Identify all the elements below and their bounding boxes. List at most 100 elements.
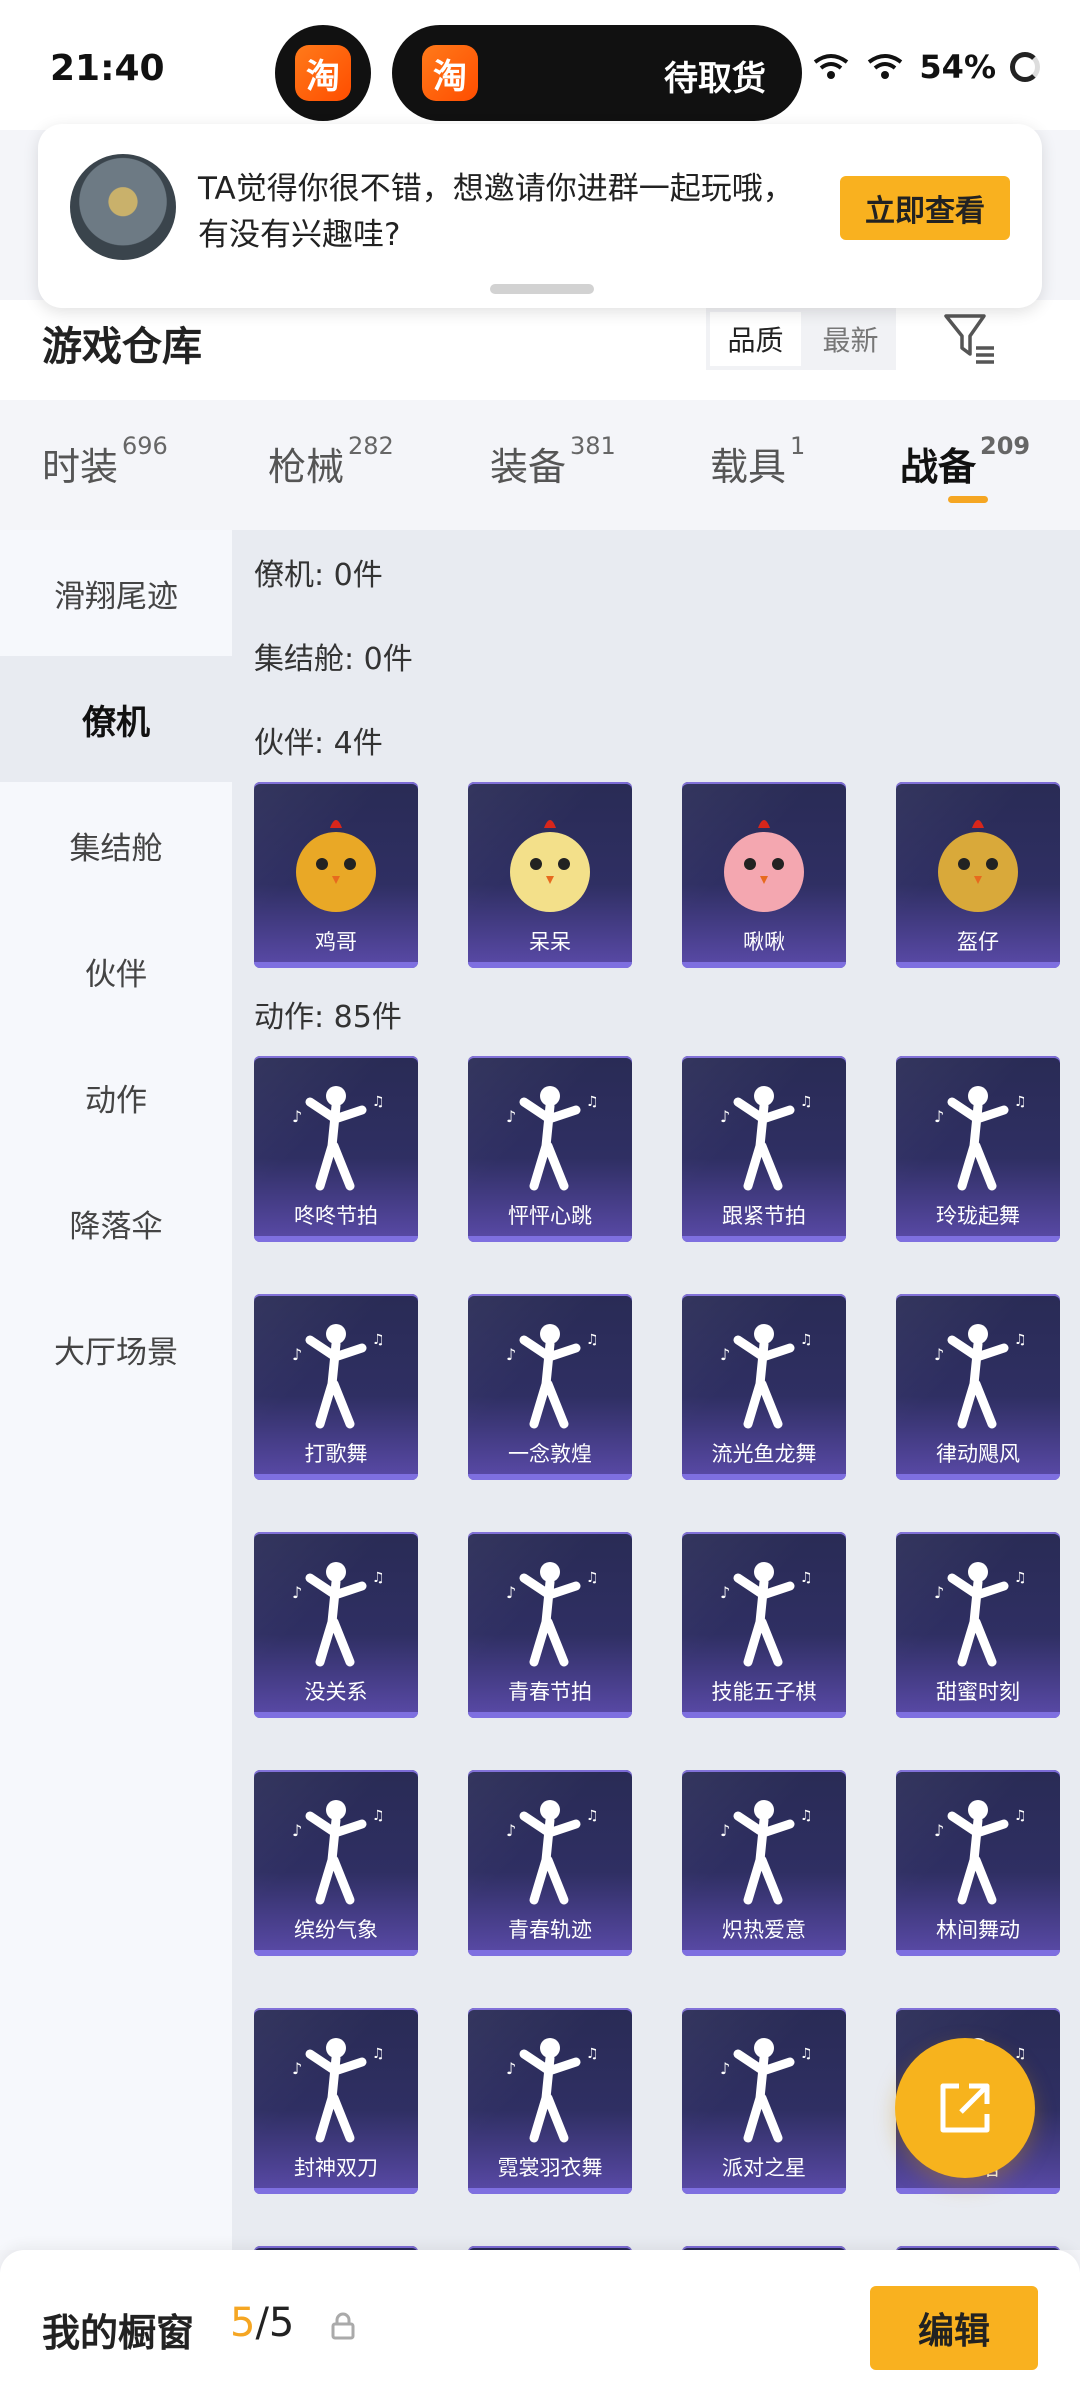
item-name: 咚咚节拍 xyxy=(294,1204,378,1228)
sidebar-item-emote[interactable]: 动作 xyxy=(0,1034,232,1160)
category-tabs: 时装 696 枪械 282 装备 381 载具 1 战备 209 xyxy=(0,400,1080,530)
svg-text:♪: ♪ xyxy=(720,1583,730,1602)
emote-card[interactable]: ♪ ♫ 霓裳羽衣舞 xyxy=(468,2008,632,2194)
svg-text:♪: ♪ xyxy=(292,1583,302,1602)
tab-vehicles[interactable]: 载具 1 xyxy=(710,432,805,491)
sort-quality[interactable]: 品质 xyxy=(710,312,801,366)
emote-dancer-icon: ♪♫ xyxy=(506,1324,599,1429)
emote-card[interactable]: ♪ ♫ 林间舞动 xyxy=(896,1770,1060,1956)
emote-card[interactable]: ♪ ♫ 青春节拍 xyxy=(468,1532,632,1718)
card-border xyxy=(896,1474,1060,1480)
emote-card[interactable]: ♪ ♫ 炽热爱意 xyxy=(682,1770,846,1956)
taobao-badge[interactable]: 淘 xyxy=(275,25,371,121)
tab-label: 战备 xyxy=(900,445,977,489)
card-border xyxy=(682,962,846,968)
item-name: 盔仔 xyxy=(957,930,999,954)
sort-toggle: 品质 最新 xyxy=(706,308,896,370)
sidebar: 滑翔尾迹 僚机 集结舱 伙伴 动作 降落伞 大厅场景 xyxy=(0,530,232,2250)
emote-card[interactable]: ♪ ♫ 玲珑起舞 xyxy=(896,1056,1060,1242)
item-name: 打歌舞 xyxy=(304,1442,368,1466)
active-tab-indicator xyxy=(948,496,988,503)
svg-text:♫: ♫ xyxy=(372,1570,385,1586)
emote-card[interactable]: ♪ ♫ 技能五子棋 xyxy=(682,1532,846,1718)
emote-card[interactable]: ♪ ♫ 缤纷气象 xyxy=(254,1770,418,1956)
svg-text:♪: ♪ xyxy=(720,1345,730,1364)
item-list[interactable]: 僚机: 0件 集结舱: 0件 伙伴: 4件 动作: 85件 鸡哥 呆呆 啾啾 盔仔 ♪ ♫… xyxy=(232,530,1080,2250)
sidebar-item-parachute[interactable]: 降落伞 xyxy=(0,1160,232,1286)
filter-icon[interactable] xyxy=(940,308,1000,368)
emote-dancer-icon: ♪♫ xyxy=(292,1800,385,1905)
battery-icon xyxy=(1010,52,1040,82)
card-border xyxy=(468,1236,632,1242)
emote-card[interactable]: ♪ ♫ 打歌舞 xyxy=(254,1294,418,1480)
emote-dancer-icon: ♪♫ xyxy=(720,1324,813,1429)
emote-card[interactable]: ♪ ♫ 甜蜜时刻 xyxy=(896,1532,1060,1718)
card-border xyxy=(682,2188,846,2194)
tab-label: 枪械 xyxy=(268,445,345,489)
emote-card[interactable]: ♪ ♫ 律动飓风 xyxy=(896,1294,1060,1480)
emote-card[interactable]: ♪ ♫ 咚咚节拍 xyxy=(254,1056,418,1242)
svg-text:♫: ♫ xyxy=(800,1094,813,1110)
item-name: 青春轨迹 xyxy=(508,1918,592,1942)
emote-card[interactable]: ♪ ♫ 跟紧节拍 xyxy=(682,1056,846,1242)
tab-equipment[interactable]: 装备 381 xyxy=(490,432,616,491)
svg-text:♫: ♫ xyxy=(586,1094,599,1110)
emote-card[interactable]: ♪ ♫ 一念敦煌 xyxy=(468,1294,632,1480)
svg-text:♫: ♫ xyxy=(372,1094,385,1110)
partner-card[interactable]: 啾啾 xyxy=(682,782,846,968)
tab-count: 282 xyxy=(348,432,394,460)
card-border xyxy=(254,1474,418,1480)
tab-count: 381 xyxy=(570,432,616,460)
tab-label: 装备 xyxy=(490,445,567,489)
item-name: 甜蜜时刻 xyxy=(936,1680,1020,1704)
edit-button[interactable]: 编辑 xyxy=(870,2286,1038,2370)
emote-card[interactable]: ♪ ♫ 青春轨迹 xyxy=(468,1770,632,1956)
partner-figure-icon xyxy=(724,820,804,912)
pickup-text: 待取货 xyxy=(664,59,766,99)
card-border xyxy=(896,1950,1060,1956)
item-name: 流光鱼龙舞 xyxy=(711,1442,817,1466)
sidebar-item-lobby-scene[interactable]: 大厅场景 xyxy=(0,1286,232,1412)
item-name: 炽热爱意 xyxy=(722,1918,806,1942)
partner-card[interactable]: 呆呆 xyxy=(468,782,632,968)
status-time: 21:40 xyxy=(50,48,165,89)
svg-text:♫: ♫ xyxy=(586,1808,599,1824)
emote-card[interactable]: ♪ ♫ 怦怦心跳 xyxy=(468,1056,632,1242)
tab-battle-gear[interactable]: 战备 209 xyxy=(900,432,1030,491)
svg-text:♫: ♫ xyxy=(800,1808,813,1824)
sort-newest[interactable]: 最新 xyxy=(805,308,896,370)
svg-text:♪: ♪ xyxy=(292,1821,302,1840)
emote-dancer-icon: ♪♫ xyxy=(934,1562,1027,1667)
view-now-button[interactable]: 立即查看 xyxy=(840,176,1010,240)
tab-guns[interactable]: 枪械 282 xyxy=(268,432,394,491)
tab-label: 载具 xyxy=(710,445,787,489)
emote-card[interactable]: ♪ ♫ 派对之星 xyxy=(682,2008,846,2194)
svg-text:♪: ♪ xyxy=(934,1583,944,1602)
svg-text:♪: ♪ xyxy=(934,1107,944,1126)
emote-card[interactable]: ♪ ♫ 封神双刀 xyxy=(254,2008,418,2194)
lock-icon xyxy=(331,2312,355,2340)
svg-text:♫: ♫ xyxy=(1014,1808,1027,1824)
partner-card[interactable]: 鸡哥 xyxy=(254,782,418,968)
sidebar-item-glide-trail[interactable]: 滑翔尾迹 xyxy=(0,530,232,656)
emote-card[interactable]: ♪ ♫ 没关系 xyxy=(254,1532,418,1718)
emote-card[interactable]: ♪ ♫ 流光鱼龙舞 xyxy=(682,1294,846,1480)
partner-card[interactable]: 盔仔 xyxy=(896,782,1060,968)
taobao-icon: 淘 xyxy=(422,45,478,101)
pickup-live-activity[interactable]: 淘 待取货 xyxy=(392,25,802,121)
tab-fashion[interactable]: 时装 696 xyxy=(42,432,168,491)
emote-dancer-icon: ♪♫ xyxy=(506,1086,599,1191)
share-button[interactable] xyxy=(895,2038,1035,2178)
sidebar-item-wingman[interactable]: 僚机 xyxy=(0,656,232,782)
svg-text:♫: ♫ xyxy=(372,1808,385,1824)
card-border xyxy=(468,2188,632,2194)
emote-dancer-icon: ♪♫ xyxy=(720,1086,813,1191)
sidebar-item-partner[interactable]: 伙伴 xyxy=(0,908,232,1034)
item-name: 呆呆 xyxy=(529,930,571,954)
notification-handle[interactable] xyxy=(490,284,594,294)
card-border xyxy=(254,962,418,968)
svg-text:♫: ♫ xyxy=(586,1570,599,1586)
card-border xyxy=(468,962,632,968)
sidebar-item-pod[interactable]: 集结舱 xyxy=(0,782,232,908)
invite-notification[interactable]: TA觉得你很不错，想邀请你进群一起玩哦，有没有兴趣哇? 立即查看 xyxy=(38,124,1042,308)
